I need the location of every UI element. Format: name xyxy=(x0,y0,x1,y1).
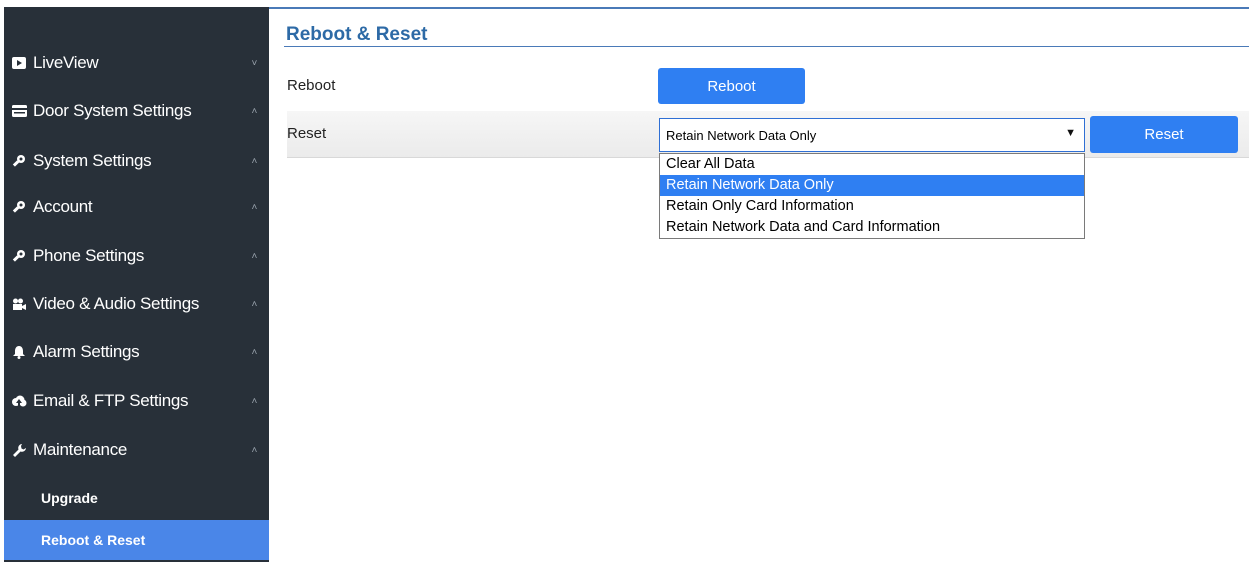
video-icon xyxy=(8,57,30,69)
sidebar-item-label: Alarm Settings xyxy=(33,342,140,361)
option-retain-only-card-information[interactable]: Retain Only Card Information xyxy=(660,196,1084,217)
reset-mode-select[interactable]: Retain Network Data Only ▼ xyxy=(659,118,1085,152)
option-clear-all-data[interactable]: Clear All Data xyxy=(660,154,1084,175)
reset-mode-value: Retain Network Data Only xyxy=(666,127,817,143)
sidebar-item-label: Door System Settings xyxy=(33,101,192,120)
key-icon xyxy=(8,200,30,214)
reboot-label: Reboot xyxy=(287,77,336,94)
option-retain-network-and-card[interactable]: Retain Network Data and Card Information xyxy=(660,217,1084,238)
sidebar-item-door-system-settings[interactable]: Door System Settings ˄ xyxy=(4,87,269,135)
cloud-icon xyxy=(8,395,30,407)
reset-button[interactable]: Reset xyxy=(1090,116,1238,153)
camera-icon xyxy=(8,298,30,311)
key-icon xyxy=(8,249,30,263)
sidebar-item-system-settings[interactable]: System Settings ˄ xyxy=(4,137,269,185)
reboot-button[interactable]: Reboot xyxy=(658,68,805,104)
chevron-up-icon: ˄ xyxy=(251,105,257,117)
sidebar-item-label: LiveView xyxy=(33,53,99,72)
chevron-up-icon: ˄ xyxy=(251,250,257,262)
header-divider xyxy=(269,7,1249,9)
key-icon xyxy=(8,154,30,168)
sidebar-item-liveview[interactable]: LiveView ˅ xyxy=(4,39,269,87)
sidebar-subitem-label: Upgrade xyxy=(41,490,98,506)
sidebar-subitem-upgrade[interactable]: Upgrade xyxy=(4,478,269,518)
chevron-up-icon: ˄ xyxy=(251,298,257,310)
sidebar-item-label: Video & Audio Settings xyxy=(33,294,200,313)
sidebar-item-label: Account xyxy=(33,197,93,216)
option-retain-network-data-only[interactable]: Retain Network Data Only xyxy=(660,175,1084,196)
sidebar-item-label: Email & FTP Settings xyxy=(33,391,189,410)
sidebar-subitem-reboot-reset[interactable]: Reboot & Reset xyxy=(4,520,269,560)
page-title: Reboot & Reset xyxy=(286,24,428,45)
sidebar-item-label: Phone Settings xyxy=(33,246,145,265)
card-icon xyxy=(8,105,30,117)
reset-label: Reset xyxy=(287,125,327,142)
chevron-up-icon: ˄ xyxy=(251,444,257,456)
reset-mode-options: Clear All Data Retain Network Data Only … xyxy=(659,153,1085,239)
sidebar-item-label: System Settings xyxy=(33,151,152,170)
sidebar-item-video-audio-settings[interactable]: Video & Audio Settings ˄ xyxy=(4,280,269,328)
chevron-up-icon: ˄ xyxy=(251,201,257,213)
sidebar: LiveView ˅ Door System Settings ˄ System… xyxy=(4,7,269,562)
sidebar-subitem-label: Reboot & Reset xyxy=(41,532,146,548)
sidebar-item-phone-settings[interactable]: Phone Settings ˄ xyxy=(4,232,269,280)
title-underline xyxy=(284,46,1249,47)
bell-icon xyxy=(8,345,30,359)
dropdown-arrow-icon: ▼ xyxy=(1065,127,1076,139)
wrench-icon xyxy=(8,443,30,458)
sidebar-item-account[interactable]: Account ˄ xyxy=(4,183,269,231)
chevron-down-icon: ˅ xyxy=(251,57,257,69)
sidebar-item-email-ftp-settings[interactable]: Email & FTP Settings ˄ xyxy=(4,377,269,425)
sidebar-item-alarm-settings[interactable]: Alarm Settings ˄ xyxy=(4,328,269,376)
chevron-up-icon: ˄ xyxy=(251,346,257,358)
chevron-up-icon: ˄ xyxy=(251,395,257,407)
sidebar-item-label: Maintenance xyxy=(33,440,128,459)
sidebar-item-maintenance[interactable]: Maintenance ˄ xyxy=(4,426,269,474)
chevron-up-icon: ˄ xyxy=(251,155,257,167)
